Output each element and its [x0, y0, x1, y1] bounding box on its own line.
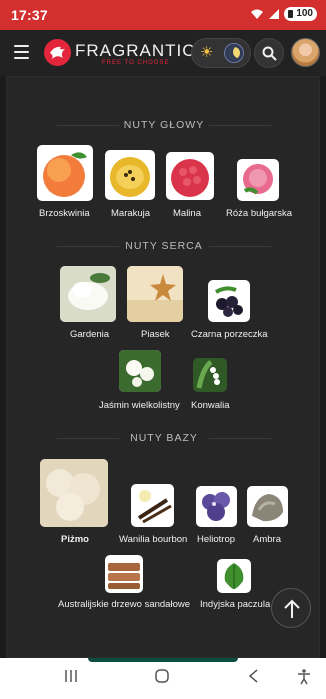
logo-tagline: FREE TO CHOOSE — [102, 60, 170, 66]
lily-of-the-valley-note-image[interactable] — [193, 358, 227, 392]
user-avatar[interactable] — [291, 38, 320, 67]
arrow-up-icon — [284, 599, 300, 618]
heliotrope-note-image[interactable] — [196, 486, 237, 527]
sun-icon: ☀ — [200, 44, 214, 61]
notes-pyramid: NUTY GŁOWY Brzoskwinia Marakuja Malina R… — [6, 76, 320, 658]
back-icon[interactable] — [247, 669, 261, 683]
fragrantica-logo-icon[interactable] — [44, 39, 71, 66]
note-label-raspberry[interactable]: Malina — [173, 208, 201, 219]
status-time: 17:37 — [11, 7, 48, 23]
bulgarian-rose-note-image[interactable] — [237, 159, 279, 201]
system-navigation-bar — [0, 658, 326, 699]
note-label-musk[interactable]: Piżmo — [61, 534, 89, 545]
australian-sandalwood-note-image[interactable] — [105, 555, 143, 593]
base-notes-heading: NUTY BAZY — [7, 432, 319, 444]
note-label-indian-patchouli[interactable]: Indyjska paczula — [200, 599, 270, 610]
scroll-to-top-button[interactable] — [271, 588, 311, 628]
battery-indicator: 100 — [284, 7, 317, 21]
accessibility-icon[interactable] — [297, 669, 311, 685]
note-label-peach[interactable]: Brzoskwinia — [39, 208, 90, 219]
note-label-heliotrope[interactable]: Heliotrop — [197, 534, 235, 545]
jasmine-sambac-note-image[interactable] — [119, 350, 161, 392]
status-icons: 100 — [250, 7, 317, 21]
home-icon[interactable] — [155, 669, 169, 683]
logo-text[interactable]: FRAGRANTICA — [75, 41, 208, 61]
note-label-black-currant[interactable]: Czarna porzeczka — [191, 329, 268, 340]
note-label-jasmine-sambac[interactable]: Jaśmin wielkolistny — [99, 400, 180, 411]
black-currant-note-image[interactable] — [208, 280, 250, 322]
raspberry-note-image[interactable] — [166, 152, 214, 200]
note-label-gardenia[interactable]: Gardenia — [70, 329, 109, 340]
recent-apps-icon[interactable] — [64, 669, 78, 683]
musk-note-image[interactable] — [40, 459, 108, 527]
note-label-sand[interactable]: Piasek — [141, 329, 170, 340]
passion-fruit-note-image[interactable] — [105, 150, 155, 200]
app-header: FRAGRANTICA FREE TO CHOOSE ☀ — [0, 30, 326, 76]
note-label-australian-sandalwood[interactable]: Australijskie drzewo sandałowe — [58, 599, 190, 610]
bourbon-vanilla-note-image[interactable] — [131, 484, 174, 527]
note-label-amber[interactable]: Ambra — [253, 534, 281, 545]
gardenia-note-image[interactable] — [60, 266, 116, 322]
menu-icon[interactable] — [14, 45, 29, 59]
bottom-panel-edge — [88, 658, 238, 662]
note-label-bourbon-vanilla[interactable]: Wanilia bourbon — [119, 534, 187, 545]
indian-patchouli-note-image[interactable] — [217, 559, 251, 593]
peach-note-image[interactable] — [37, 145, 93, 201]
moon-icon — [224, 43, 244, 63]
note-label-bulgarian-rose[interactable]: Róża bułgarska — [226, 208, 292, 219]
note-label-passion-fruit[interactable]: Marakuja — [111, 208, 150, 219]
theme-toggle[interactable]: ☀ — [191, 38, 251, 68]
note-label-lily-of-the-valley[interactable]: Konwalia — [191, 400, 230, 411]
search-button[interactable] — [254, 38, 284, 68]
status-bar: 17:37 100 — [0, 0, 326, 30]
sand-note-image[interactable] — [127, 266, 183, 322]
heart-notes-heading: NUTY SERCA — [7, 240, 319, 252]
amber-note-image[interactable] — [247, 486, 288, 527]
top-notes-heading: NUTY GŁOWY — [7, 119, 319, 131]
search-icon — [262, 46, 277, 61]
signal-icon — [269, 9, 280, 19]
wifi-icon — [251, 9, 264, 19]
